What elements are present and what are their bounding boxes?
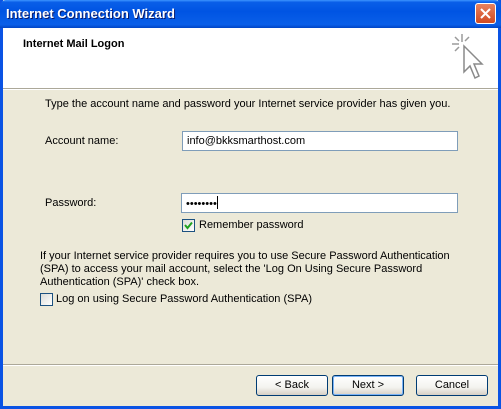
remember-password-label[interactable]: Remember password (199, 219, 304, 231)
spa-description-line: If your Internet service provider requir… (40, 250, 450, 262)
next-button[interactable]: Next > (332, 375, 404, 396)
close-button[interactable] (475, 3, 496, 24)
account-name-input[interactable]: info@bkksmarthost.com (182, 131, 458, 151)
instruction-text: Type the account name and password your … (45, 98, 451, 110)
password-input[interactable]: •••••••• (181, 193, 458, 213)
wizard-header: Internet Mail Logon (3, 28, 498, 89)
password-label: Password: (45, 197, 97, 209)
wizard-sparkle-cursor-icon (452, 34, 484, 80)
header-divider (3, 89, 498, 90)
footer-divider (3, 364, 498, 366)
page-title: Internet Mail Logon (23, 38, 125, 50)
text-caret (216, 196, 218, 209)
title-bar[interactable]: Internet Connection Wizard (0, 0, 501, 28)
account-name-label: Account name: (45, 135, 119, 147)
cancel-button[interactable]: Cancel (416, 375, 488, 396)
spa-description-line: (SPA) to access your mail account, selec… (40, 263, 423, 275)
close-icon (480, 8, 491, 19)
spa-checkbox-label[interactable]: Log on using Secure Password Authenticat… (56, 293, 312, 305)
wizard-window: Internet Connection Wizard Internet Mail… (0, 0, 501, 409)
checkmark-icon (184, 221, 193, 230)
spa-description-line: Authentication (SPA)' check box. (40, 276, 200, 288)
password-masked-value: •••••••• (186, 198, 217, 210)
window-title: Internet Connection Wizard (6, 6, 175, 21)
remember-password-checkbox[interactable] (182, 219, 195, 232)
spa-checkbox[interactable] (40, 293, 53, 306)
spa-description: If your Internet service provider requir… (40, 250, 450, 289)
back-button[interactable]: < Back (256, 375, 328, 396)
